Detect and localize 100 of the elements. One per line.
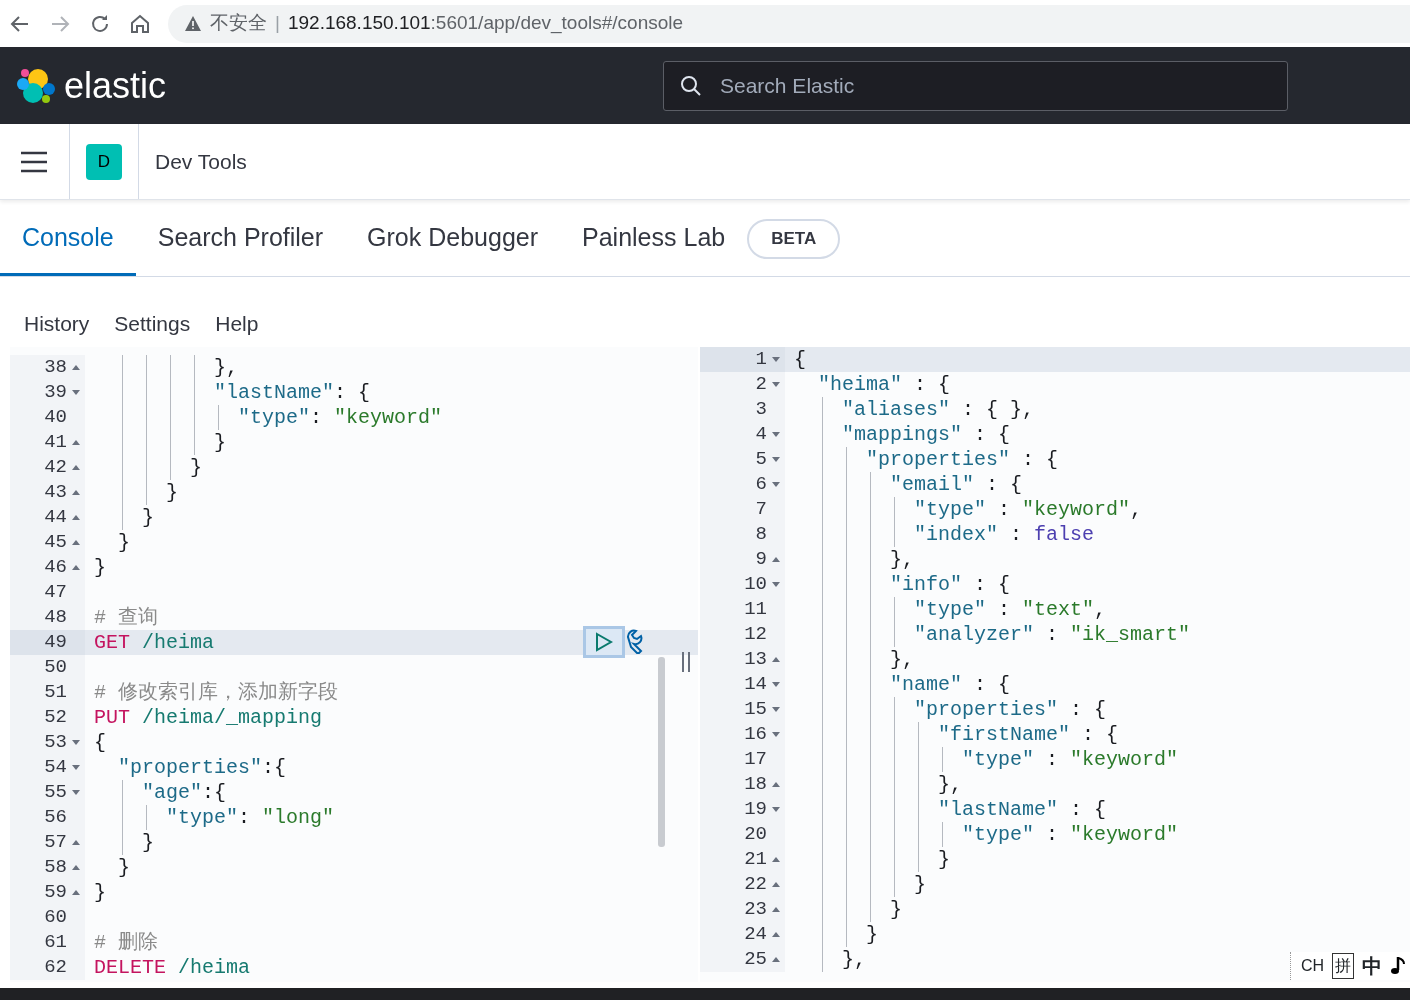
line-number: 38 (44, 355, 67, 381)
caret-down-icon[interactable] (72, 765, 80, 770)
code-line: } (785, 847, 951, 872)
code-line: }, (785, 947, 866, 972)
caret-down-icon[interactable] (772, 482, 780, 487)
tab[interactable]: Search Profiler (135, 202, 346, 276)
line-number: 8 (755, 522, 767, 548)
caret-up-icon[interactable] (72, 515, 80, 520)
line-number: 11 (744, 597, 767, 623)
caret-up-icon[interactable] (772, 932, 780, 937)
line-number: 23 (744, 897, 767, 923)
caret-down-icon[interactable] (772, 732, 780, 737)
brand-name: elastic (64, 63, 167, 108)
line-number: 46 (44, 555, 67, 581)
code-line: "properties" : { (785, 447, 1059, 472)
caret-up-icon[interactable] (772, 657, 780, 662)
caret-up-icon[interactable] (72, 565, 80, 570)
line-number: 25 (744, 947, 767, 973)
code-line: GET /heima (93, 630, 215, 655)
caret-up-icon[interactable] (772, 557, 780, 562)
caret-up-icon[interactable] (72, 465, 80, 470)
line-number: 15 (744, 697, 767, 723)
menu-item[interactable]: Settings (114, 301, 191, 347)
code-line: "name" : { (785, 672, 1011, 697)
line-number: 54 (44, 755, 67, 781)
caret-up-icon[interactable] (72, 865, 80, 870)
warning-icon (184, 14, 202, 33)
caret-up-icon[interactable] (72, 490, 80, 495)
line-number: 50 (44, 655, 67, 681)
caret-up-icon[interactable] (72, 890, 80, 895)
caret-up-icon[interactable] (772, 957, 780, 962)
tab[interactable]: Painless Lab (560, 202, 748, 276)
caret-down-icon[interactable] (772, 457, 780, 462)
line-number: 43 (44, 480, 67, 506)
code-line: "mappings" : { (785, 422, 1011, 447)
ime-indicator[interactable]: CH (1300, 954, 1324, 978)
tab[interactable]: Grok Debugger (345, 202, 561, 276)
line-number: 24 (744, 922, 767, 948)
code-line: "firstName" : { (785, 722, 1119, 747)
line-number: 19 (744, 797, 767, 823)
code-line: "analyzer" : "ik_smart" (785, 622, 1191, 647)
caret-up-icon[interactable] (72, 440, 80, 445)
code-line: "type": "long" (85, 805, 335, 830)
run-button[interactable] (583, 626, 625, 658)
caret-down-icon[interactable] (72, 790, 80, 795)
caret-down-icon[interactable] (72, 740, 80, 745)
caret-up-icon[interactable] (772, 907, 780, 912)
menu-icon[interactable] (20, 150, 48, 173)
ime-indicator[interactable]: 中 (1362, 951, 1382, 981)
beta-badge: BETA (747, 219, 841, 259)
ime-indicator[interactable]: 拼 (1332, 953, 1354, 979)
line-number: 62 (44, 955, 67, 981)
code-line: "lastName": { (85, 380, 371, 405)
caret-down-icon[interactable] (772, 707, 780, 712)
caret-down-icon[interactable] (772, 382, 780, 387)
line-number: 47 (44, 580, 67, 606)
caret-up-icon[interactable] (772, 882, 780, 887)
tab[interactable]: Console (0, 202, 136, 276)
line-number: 49 (44, 630, 67, 656)
code-line: } (85, 830, 154, 855)
caret-up-icon[interactable] (72, 365, 80, 370)
code-line: }, (785, 647, 915, 672)
line-number: 45 (44, 530, 67, 556)
code-line: } (117, 530, 130, 555)
resize-handle-icon[interactable] (680, 651, 692, 673)
address-bar[interactable]: 不安全 | 192.168.150.101:5601/app/dev_tools#/console (168, 4, 1410, 43)
line-number: 10 (744, 572, 767, 598)
code-line: }, (785, 547, 915, 572)
code-line: "type" : "keyword" (785, 822, 1179, 847)
caret-down-icon[interactable] (772, 432, 780, 437)
code-line: "lastName" : { (785, 797, 1107, 822)
line-number: 41 (44, 430, 67, 456)
space-avatar[interactable]: D (86, 143, 122, 180)
note-icon[interactable] (1390, 956, 1406, 976)
scrollbar[interactable] (658, 657, 665, 847)
line-number: 17 (744, 747, 767, 773)
line-number: 55 (44, 780, 67, 806)
caret-down-icon[interactable] (772, 807, 780, 812)
line-number: 4 (755, 422, 767, 448)
line-number: 2 (755, 372, 767, 398)
menu-item[interactable]: History (24, 301, 90, 347)
caret-down-icon[interactable] (72, 390, 80, 395)
line-number: 60 (44, 905, 67, 931)
caret-up-icon[interactable] (72, 540, 80, 545)
code-line: } (785, 897, 903, 922)
caret-up-icon[interactable] (772, 857, 780, 862)
caret-up-icon[interactable] (772, 782, 780, 787)
security-warning: 不安全 (210, 11, 267, 36)
menu-item[interactable]: Help (215, 301, 259, 347)
code-line: } (785, 872, 927, 897)
code-line: { (793, 347, 806, 372)
play-icon (595, 632, 613, 652)
caret-down-icon[interactable] (772, 357, 780, 362)
caret-down-icon[interactable] (772, 682, 780, 687)
search-icon (680, 74, 702, 97)
line-number: 18 (744, 772, 767, 798)
code-line: "type": "keyword" (85, 405, 443, 430)
caret-down-icon[interactable] (772, 582, 780, 587)
caret-up-icon[interactable] (72, 840, 80, 845)
code-line: "info" : { (785, 572, 1011, 597)
